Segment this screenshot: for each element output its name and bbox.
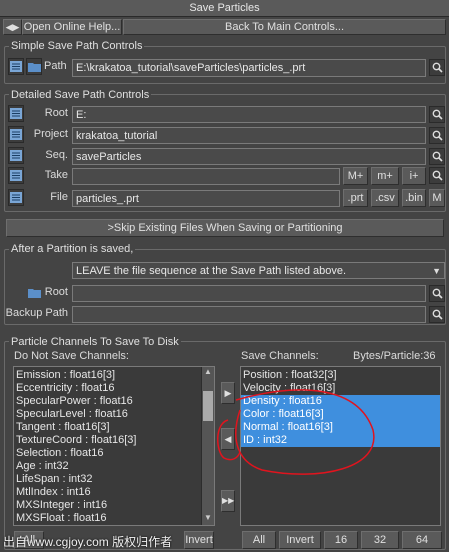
dont-save-channel-item[interactable]: MtlIndex : int16 [14, 486, 214, 499]
path-search-icon[interactable] [429, 59, 445, 76]
backup-path-field[interactable] [72, 306, 426, 323]
file-m-button[interactable]: M [429, 189, 445, 207]
scrollbar-thumb[interactable] [203, 391, 213, 421]
dont-save-channel-item[interactable]: LifeSpan : int32 [14, 473, 214, 486]
move-right-arrow-button[interactable]: ▶ [221, 382, 235, 404]
save-channels-list[interactable]: Position : float32[3] Velocity : float16[… [240, 366, 441, 526]
path-label: Path [44, 60, 67, 72]
seq-search-icon[interactable] [429, 148, 445, 165]
partition-root-search-icon[interactable] [429, 285, 445, 302]
path-field[interactable]: E:\krakatoa_tutorial\saveParticles\parti… [72, 59, 426, 77]
bits-16-button[interactable]: 16 [324, 531, 358, 549]
move-left-arrow-button[interactable]: ◀ [221, 428, 235, 450]
seq-list-icon[interactable] [8, 147, 24, 164]
partition-root-label: Root [44, 286, 68, 298]
dont-save-scrollbar[interactable]: ▲ ▼ [201, 367, 214, 525]
dont-save-invert-button[interactable]: Invert [184, 531, 214, 549]
partition-root-field[interactable] [72, 285, 426, 302]
dont-save-channel-item[interactable]: MXSFloat : float16 [14, 512, 214, 525]
project-search-icon[interactable] [429, 127, 445, 144]
take-search-icon[interactable] [429, 167, 445, 184]
dont-save-channel-item[interactable]: TextureCoord : float16[3] [14, 434, 214, 447]
watermark: 出自www.cgjoy.com 版权归作者 [3, 535, 173, 549]
dont-save-channel-item[interactable]: Age : int32 [14, 460, 214, 473]
list-icon[interactable] [8, 58, 24, 75]
save-channel-item[interactable]: Density : float16 [241, 395, 440, 408]
save-channel-item[interactable]: ID : int32 [241, 434, 440, 447]
simple-group-label: Simple Save Path Controls [9, 40, 145, 52]
file-bin-button[interactable]: .bin [402, 189, 426, 207]
partition-dropdown-value: LEAVE the file sequence at the Save Path… [76, 265, 347, 277]
take-m-plus-button[interactable]: M+ [343, 167, 368, 185]
root-label: Root [44, 107, 68, 119]
back-to-main-button[interactable]: Back To Main Controls... [123, 19, 446, 35]
root-list-icon[interactable] [8, 105, 24, 122]
file-field[interactable]: particles_.prt [72, 190, 340, 207]
file-prt-button[interactable]: .prt [343, 189, 368, 207]
nav-arrows-button[interactable]: ◀▶ [3, 19, 22, 35]
dont-save-channel-item[interactable]: SpecularPower : float16 [14, 395, 214, 408]
chevron-down-icon: ▼ [432, 266, 441, 276]
backup-path-search-icon[interactable] [429, 306, 445, 323]
save-channel-item[interactable]: Position : float32[3] [241, 369, 440, 382]
skip-existing-files-toggle[interactable]: >Skip Existing Files When Saving or Part… [6, 219, 444, 237]
dont-save-label: Do Not Save Channels: [14, 350, 129, 362]
dont-save-channel-item[interactable]: Emission : float16[3] [14, 369, 214, 382]
seq-field[interactable]: saveParticles [72, 148, 426, 165]
move-all-right-button[interactable]: ▶▶ [221, 490, 235, 512]
save-channel-item[interactable]: Velocity : float16[3] [241, 382, 440, 395]
dont-save-channel-item[interactable]: Selection : float16 [14, 447, 214, 460]
project-label: Project [33, 128, 68, 140]
scrollbar-down-icon[interactable]: ▼ [202, 513, 214, 525]
file-csv-button[interactable]: .csv [371, 189, 399, 207]
take-m-lower-plus-button[interactable]: m+ [371, 167, 399, 185]
partition-group-label: After a Partition is saved, [9, 243, 136, 255]
seq-label: Seq. [45, 149, 68, 161]
dont-save-channel-item[interactable]: SpecularLevel : float16 [14, 408, 214, 421]
folder-icon[interactable] [26, 58, 42, 75]
file-label: File [50, 191, 68, 203]
root-field[interactable]: E: [72, 106, 426, 123]
project-field[interactable]: krakatoa_tutorial [72, 127, 426, 144]
save-channel-item[interactable]: Normal : float16[3] [241, 421, 440, 434]
take-label: Take [44, 169, 68, 181]
save-channels-label: Save Channels: [241, 350, 319, 362]
partition-dropdown[interactable]: LEAVE the file sequence at the Save Path… [72, 262, 445, 279]
take-field[interactable] [72, 168, 340, 185]
dont-save-channels-list[interactable]: Emission : float16[3] Eccentricity : floa… [13, 366, 215, 526]
bytes-per-particle: Bytes/Particle:36 [353, 350, 436, 362]
save-invert-button[interactable]: Invert [279, 531, 321, 549]
backup-path-label: Backup Path [5, 307, 68, 319]
take-list-icon[interactable] [8, 167, 24, 184]
file-list-icon[interactable] [8, 189, 24, 206]
channels-group-label: Particle Channels To Save To Disk [9, 336, 181, 348]
window-title: Save Particles [0, 0, 449, 17]
save-all-button[interactable]: All [242, 531, 276, 549]
bits-64-button[interactable]: 64 [402, 531, 442, 549]
scrollbar-up-icon[interactable]: ▲ [202, 367, 214, 379]
save-channel-item[interactable]: Color : float16[3] [241, 408, 440, 421]
dont-save-channel-item[interactable]: Tangent : float16[3] [14, 421, 214, 434]
open-online-help-button[interactable]: Open Online Help... [22, 19, 122, 35]
root-search-icon[interactable] [429, 106, 445, 123]
detailed-group-label: Detailed Save Path Controls [9, 89, 152, 101]
bits-32-button[interactable]: 32 [361, 531, 399, 549]
dont-save-channel-item[interactable]: MXSInteger : int16 [14, 499, 214, 512]
take-i-plus-button[interactable]: i+ [402, 167, 426, 185]
dont-save-channel-item[interactable]: Eccentricity : float16 [14, 382, 214, 395]
